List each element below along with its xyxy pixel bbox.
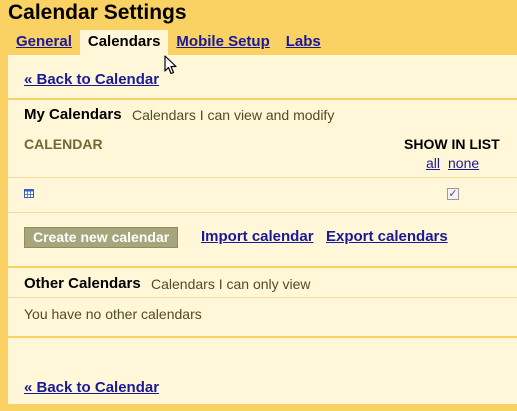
section-divider: [8, 98, 517, 100]
my-calendars-subtitle: Calendars I can view and modify: [132, 107, 335, 123]
my-calendars-title: My Calendars: [24, 106, 122, 123]
section-divider: [8, 266, 517, 268]
export-calendars-link[interactable]: Export calendars: [326, 228, 448, 245]
tab-labs[interactable]: Labs: [278, 30, 329, 55]
show-in-list-checkbox[interactable]: ✓: [447, 188, 459, 200]
calendar-column-header: CALENDAR: [24, 136, 103, 152]
row-divider: [8, 212, 517, 213]
create-new-calendar-button[interactable]: Create new calendar: [24, 227, 179, 248]
settings-panel: « Back to Calendar My Calendars Calendar…: [8, 55, 517, 404]
row-divider: [8, 177, 517, 178]
tab-mobile-setup[interactable]: Mobile Setup: [168, 30, 277, 55]
back-to-calendar-link-bottom[interactable]: « Back to Calendar: [24, 379, 159, 396]
back-to-calendar-link-top[interactable]: « Back to Calendar: [24, 71, 159, 88]
select-none-link[interactable]: none: [448, 155, 479, 171]
no-other-calendars-message: You have no other calendars: [24, 306, 202, 322]
settings-tabs: General Calendars Mobile Setup Labs: [8, 30, 329, 55]
import-calendar-link[interactable]: Import calendar: [201, 228, 314, 245]
other-calendars-subtitle: Calendars I can only view: [151, 276, 311, 292]
show-in-list-column-header: SHOW IN LIST: [404, 136, 500, 152]
select-all-link[interactable]: all: [426, 155, 440, 171]
tab-calendars[interactable]: Calendars: [79, 30, 169, 55]
mouse-cursor-icon: [164, 55, 177, 75]
other-calendars-title: Other Calendars: [24, 275, 141, 292]
calendar-icon[interactable]: [24, 189, 34, 198]
page-title: Calendar Settings: [8, 1, 187, 24]
row-divider: [8, 297, 517, 298]
section-divider: [8, 336, 517, 338]
tab-general[interactable]: General: [8, 30, 80, 55]
